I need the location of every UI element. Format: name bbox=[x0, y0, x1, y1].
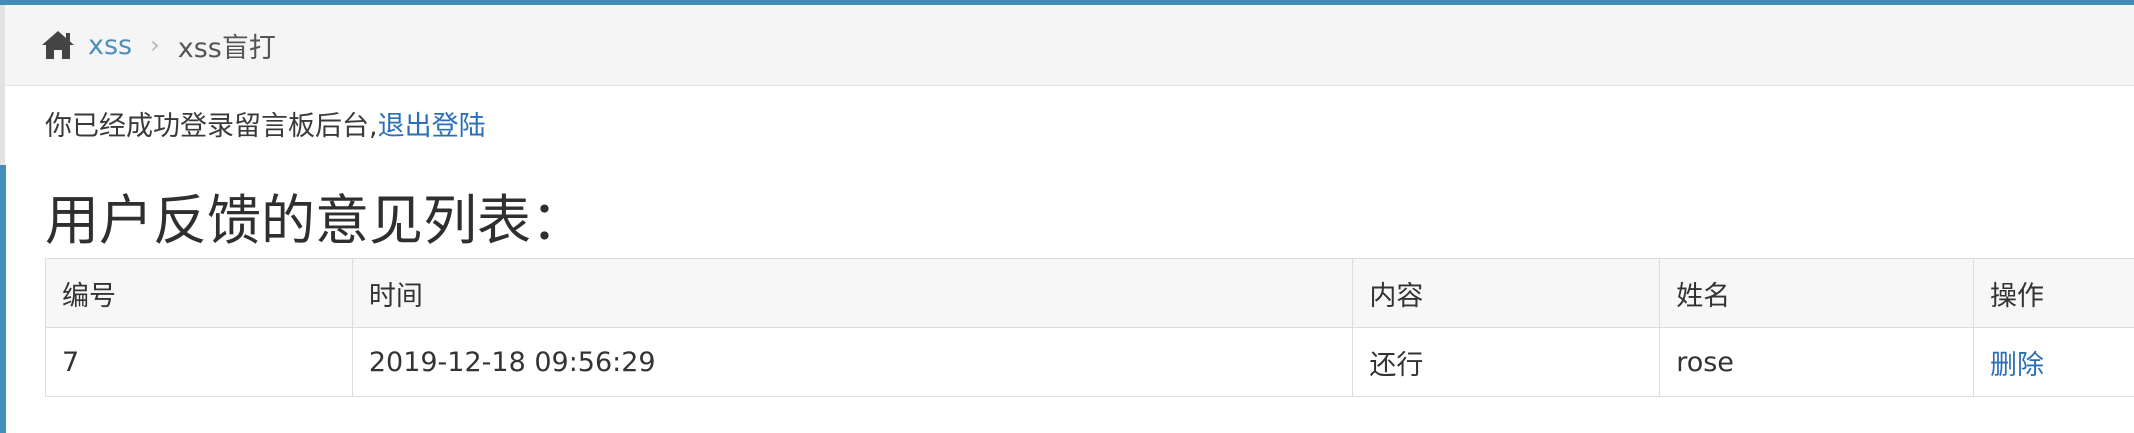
feedback-table: 编号 时间 内容 姓名 操作 7 2019-12-18 09:56:29 还行 … bbox=[45, 258, 2134, 397]
home-icon[interactable] bbox=[40, 29, 76, 61]
left-accent-bar bbox=[0, 165, 6, 433]
column-header-action: 操作 bbox=[1973, 258, 2134, 328]
page: xss › xss盲打 你已经成功登录留言板后台,退出登陆 用户反馈的意见列表：… bbox=[0, 0, 2134, 433]
column-header-time: 时间 bbox=[351, 258, 1354, 328]
logout-link[interactable]: 退出登陆 bbox=[378, 111, 486, 142]
column-header-content: 内容 bbox=[1352, 258, 1661, 328]
cell-action: 删除 bbox=[1973, 327, 2134, 397]
login-status: 你已经成功登录留言板后台,退出登陆 bbox=[45, 104, 486, 143]
cell-time: 2019-12-18 09:56:29 bbox=[351, 327, 1354, 397]
breadcrumb-link-xss[interactable]: xss bbox=[88, 30, 132, 61]
breadcrumb-current: xss盲打 bbox=[177, 32, 276, 64]
breadcrumb: xss › xss盲打 bbox=[5, 5, 2134, 86]
table-row: 7 2019-12-18 09:56:29 还行 rose 删除 bbox=[45, 327, 2134, 397]
column-header-name: 姓名 bbox=[1659, 258, 1975, 328]
cell-name: rose bbox=[1659, 327, 1975, 397]
cell-id: 7 bbox=[45, 327, 353, 397]
page-title: 用户反馈的意见列表： bbox=[45, 189, 585, 252]
table-header-row: 编号 时间 内容 姓名 操作 bbox=[45, 258, 2134, 328]
delete-link[interactable]: 删除 bbox=[1990, 350, 2044, 381]
breadcrumb-separator-icon: › bbox=[150, 31, 160, 59]
login-status-message: 你已经成功登录留言板后台, bbox=[45, 111, 378, 142]
cell-content: 还行 bbox=[1352, 327, 1661, 397]
column-header-id: 编号 bbox=[45, 258, 353, 328]
